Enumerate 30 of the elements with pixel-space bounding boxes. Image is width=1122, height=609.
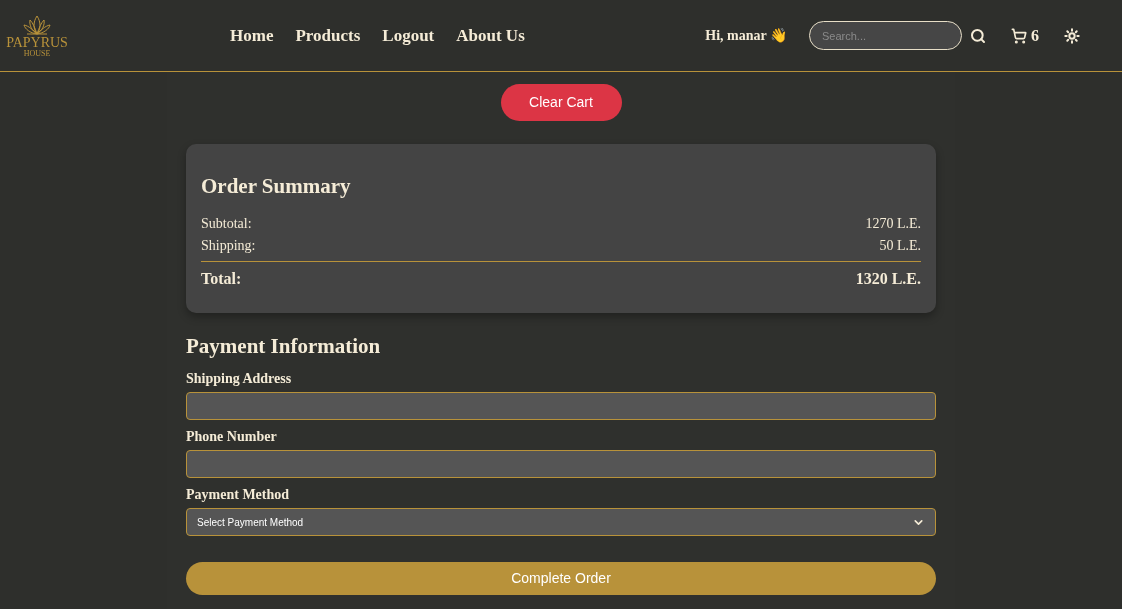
field-label: Payment Method xyxy=(186,486,291,504)
order-summary-title: Order Summary xyxy=(201,173,352,200)
summary-label: Subtotal: xyxy=(201,214,252,233)
clear-cart-button[interactable]: Clear Cart xyxy=(500,84,622,121)
nav-link[interactable]: Logout xyxy=(382,22,435,49)
total-label: Total: xyxy=(201,268,242,289)
user-greeting: Hi, manar 👋 xyxy=(705,27,787,45)
field-label: Phone Number xyxy=(186,428,278,446)
nav-link[interactable]: Products xyxy=(295,22,361,49)
logo-subtitle: HOUSE xyxy=(23,49,51,58)
search-field[interactable]: Search... xyxy=(809,21,962,50)
lotus-logo-icon xyxy=(22,13,52,36)
cart-link[interactable]: 6 xyxy=(1011,23,1039,48)
select-value: Select Payment Method xyxy=(197,515,304,530)
payment-title: Payment Information xyxy=(186,332,382,360)
input-field[interactable] xyxy=(186,392,936,420)
nav-link[interactable]: About Us xyxy=(456,22,525,49)
logo-title: PAPYRUS xyxy=(6,35,68,50)
cart-icon xyxy=(1011,27,1027,44)
input-field[interactable] xyxy=(186,450,936,478)
field-label: Shipping Address xyxy=(186,370,293,388)
nav-link[interactable]: Home xyxy=(230,22,274,49)
search-icon[interactable] xyxy=(970,27,986,44)
summary-label: Shipping: xyxy=(201,236,256,255)
summary-value: 1270 L.E. xyxy=(865,214,921,233)
summary-value: 50 L.E. xyxy=(879,236,921,255)
theme-toggle-icon[interactable] xyxy=(1064,27,1080,44)
payment-method-select[interactable]: Select Payment Method xyxy=(186,508,936,536)
total-value: 1320 L.E. xyxy=(855,268,921,289)
cart-count: 6 xyxy=(1031,25,1039,46)
